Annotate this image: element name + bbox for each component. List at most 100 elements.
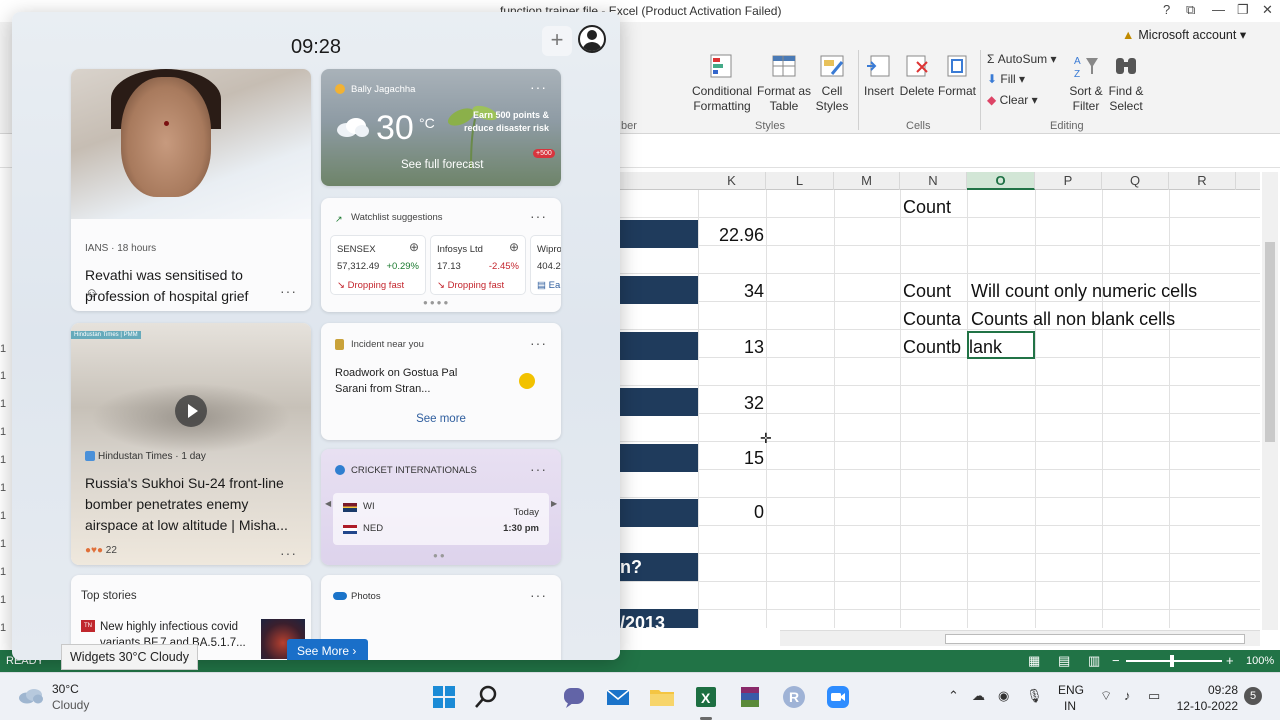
value-cell[interactable]: 32 bbox=[700, 393, 764, 414]
close-icon[interactable]: ✕ bbox=[1262, 2, 1273, 18]
column-header[interactable]: N bbox=[900, 172, 967, 190]
onedrive-tray-icon[interactable]: ☁ bbox=[972, 688, 985, 704]
more-options-icon[interactable]: ··· bbox=[530, 208, 547, 224]
see-more-link[interactable]: See more bbox=[321, 413, 561, 425]
column-header-selected[interactable]: O bbox=[967, 172, 1035, 190]
next-arrow-icon[interactable]: ▶ bbox=[551, 499, 557, 508]
more-options-icon[interactable]: ··· bbox=[530, 587, 547, 603]
minimize-icon[interactable]: — bbox=[1212, 2, 1225, 17]
watchlist-card[interactable]: ↗ Watchlist suggestions ··· SENSEX ⊕ 57,… bbox=[321, 198, 561, 312]
text-cell[interactable]: Counts all non blank cells bbox=[971, 309, 1175, 330]
more-options-icon[interactable]: ··· bbox=[280, 545, 297, 561]
text-cell[interactable]: Countb bbox=[903, 337, 961, 358]
language-indicator[interactable]: ENG IN bbox=[1058, 682, 1084, 714]
column-header[interactable]: L bbox=[766, 172, 834, 190]
column-header[interactable]: K bbox=[698, 172, 766, 190]
sort-filter-button[interactable]: AZ Sort & Filter bbox=[1066, 52, 1106, 114]
account-area[interactable]: ▲ Microsoft account ▾ bbox=[1122, 27, 1246, 42]
notification-badge[interactable]: 5 bbox=[1244, 687, 1262, 705]
r-app-button[interactable]: R bbox=[778, 681, 810, 713]
more-options-icon[interactable]: ··· bbox=[530, 335, 547, 351]
horizontal-scrollbar[interactable] bbox=[780, 630, 1260, 646]
normal-view-icon[interactable]: ▦ bbox=[1028, 653, 1040, 669]
vertical-scrollbar[interactable] bbox=[1262, 172, 1278, 630]
stock-tile[interactable]: Wipro 404.2 ▤ Ea bbox=[531, 236, 561, 294]
cell-styles-button[interactable]: Cell Styles bbox=[811, 52, 853, 114]
zoom-slider-thumb[interactable] bbox=[1170, 655, 1174, 667]
mail-button[interactable] bbox=[602, 681, 634, 713]
scroll-thumb[interactable] bbox=[1265, 242, 1275, 442]
match-tile[interactable]: WI NED Today 1:30 pm bbox=[333, 493, 549, 545]
full-forecast-link[interactable]: See full forecast bbox=[401, 159, 483, 171]
cricket-card[interactable]: CRICKET INTERNATIONALS ··· ◀ ▶ WI NED To… bbox=[321, 449, 561, 565]
text-cell[interactable]: Counta bbox=[903, 309, 961, 330]
file-explorer-button[interactable] bbox=[646, 681, 678, 713]
format-as-table-button[interactable]: Format as Table bbox=[755, 52, 813, 114]
news-headline[interactable]: Russia's Sukhoi Su-24 front-line bomber … bbox=[85, 473, 305, 536]
value-cell[interactable]: 0 bbox=[700, 502, 764, 523]
zoom-level[interactable]: 100% bbox=[1246, 655, 1274, 667]
column-header[interactable]: R bbox=[1169, 172, 1236, 190]
stock-tile[interactable]: Infosys Ltd ⊕ 17.13 -2.45% ↘ Dropping fa… bbox=[431, 236, 525, 294]
weather-card[interactable]: Bally Jagachha ··· 30 °C Earn 500 points… bbox=[321, 69, 561, 186]
insert-button[interactable]: Insert bbox=[860, 52, 898, 99]
play-icon[interactable] bbox=[175, 395, 207, 427]
conditional-formatting-button[interactable]: Conditional Formatting bbox=[688, 52, 756, 114]
stock-tile[interactable]: SENSEX ⊕ 57,312.49 +0.29% ↘ Dropping fas… bbox=[331, 236, 425, 294]
zoom-out-icon[interactable]: − bbox=[1112, 653, 1120, 668]
winrar-button[interactable] bbox=[734, 681, 766, 713]
news-headline[interactable]: Revathi was sensitised to profession of … bbox=[85, 265, 301, 311]
teams-chat-button[interactable] bbox=[558, 681, 590, 713]
battery-icon[interactable]: ▭ bbox=[1148, 688, 1160, 704]
restore-icon[interactable]: ❐ bbox=[1237, 2, 1249, 18]
value-cell[interactable]: 13 bbox=[700, 337, 764, 358]
clear-button[interactable]: ◆ Clear ▾ bbox=[987, 93, 1038, 107]
page-break-icon[interactable]: ▥ bbox=[1088, 653, 1100, 669]
news-card[interactable]: IANS · 18 hours Revathi was sensitised t… bbox=[71, 69, 311, 311]
microphone-icon[interactable]: 🎙 bbox=[1026, 688, 1043, 704]
previous-arrow-icon[interactable]: ◀ bbox=[325, 499, 331, 508]
pager-dots[interactable]: ●●●● bbox=[423, 298, 450, 307]
value-cell[interactable]: 22.96 bbox=[700, 225, 764, 246]
volume-icon[interactable]: ♪ bbox=[1124, 688, 1131, 703]
reactions[interactable]: ●♥● 22 bbox=[85, 545, 117, 556]
security-tray-icon[interactable]: ◉ bbox=[998, 688, 1009, 704]
excel-taskbar-button[interactable]: X bbox=[690, 681, 722, 720]
ribbon-display-icon[interactable]: ⧉ bbox=[1186, 2, 1195, 18]
zoom-slider[interactable] bbox=[1126, 660, 1222, 662]
pager-dots[interactable]: ●● bbox=[433, 551, 447, 560]
text-cell[interactable]: Will count only numeric cells bbox=[971, 281, 1197, 302]
traffic-incident-card[interactable]: Incident near you ··· Roadwork on Gostua… bbox=[321, 323, 561, 440]
zoom-in-icon[interactable]: + bbox=[1226, 653, 1234, 668]
value-cell[interactable]: 15 bbox=[700, 448, 764, 469]
video-news-card[interactable]: Hindustan Times | PMM Hindustan Times · … bbox=[71, 323, 311, 565]
avatar[interactable] bbox=[578, 25, 606, 53]
format-button[interactable]: Format bbox=[936, 52, 978, 99]
add-widget-button[interactable]: + bbox=[542, 26, 572, 56]
column-header[interactable]: Q bbox=[1102, 172, 1169, 190]
see-more-button[interactable]: See More › bbox=[287, 639, 368, 660]
zoom-app-button[interactable] bbox=[822, 681, 854, 713]
more-options-icon[interactable]: ··· bbox=[530, 79, 547, 95]
value-cell[interactable]: 34 bbox=[700, 281, 764, 302]
wifi-icon[interactable]: ⌔ bbox=[1100, 688, 1112, 704]
find-select-button[interactable]: Find & Select bbox=[1104, 52, 1148, 114]
fill-button[interactable]: ⬇ Fill ▾ bbox=[987, 72, 1025, 86]
weather-promo[interactable]: Earn 500 points & reduce disaster risk bbox=[459, 109, 549, 135]
autosum-button[interactable]: Σ AutoSum ▾ bbox=[987, 52, 1056, 66]
start-button[interactable] bbox=[428, 681, 460, 713]
add-stock-icon[interactable]: ⊕ bbox=[409, 240, 419, 254]
show-hidden-icons-icon[interactable]: ⌃ bbox=[948, 688, 959, 704]
text-cell[interactable]: Count bbox=[903, 281, 951, 302]
more-options-icon[interactable]: ··· bbox=[280, 283, 297, 299]
column-header[interactable]: M bbox=[834, 172, 900, 190]
help-icon[interactable]: ? bbox=[1163, 2, 1170, 17]
reaction-icon[interactable]: ☺ bbox=[85, 285, 98, 300]
add-stock-icon[interactable]: ⊕ bbox=[509, 240, 519, 254]
scroll-thumb[interactable] bbox=[945, 634, 1245, 644]
delete-button[interactable]: Delete bbox=[898, 52, 936, 99]
system-clock[interactable]: 09:28 12-10-2022 bbox=[1176, 682, 1238, 714]
page-layout-icon[interactable]: ▤ bbox=[1058, 653, 1070, 669]
more-options-icon[interactable]: ··· bbox=[530, 461, 547, 477]
search-button[interactable] bbox=[470, 681, 502, 713]
